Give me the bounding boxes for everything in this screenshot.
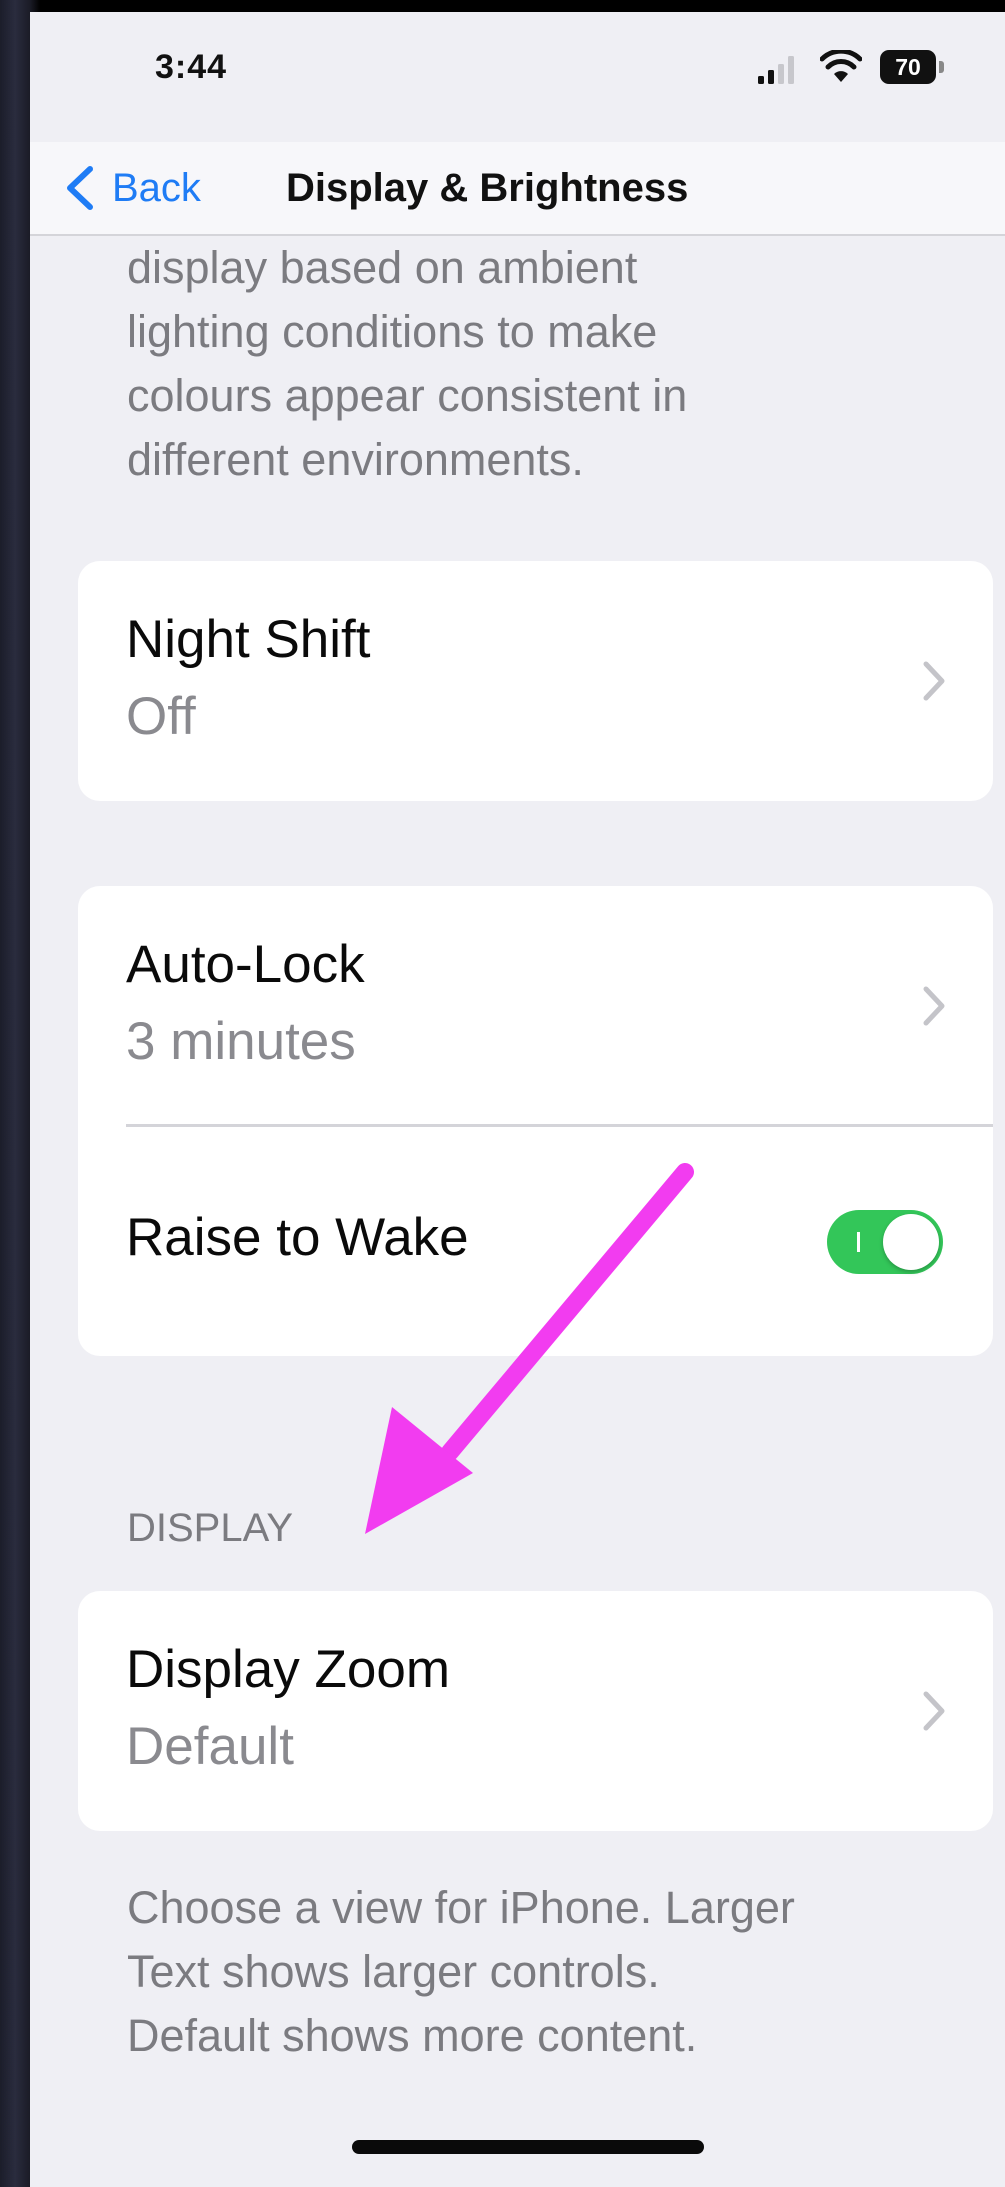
raise-to-wake-row: Raise to Wake — [78, 1127, 993, 1356]
navigation-bar: Back Display & Brightness — [30, 142, 1005, 236]
chevron-right-icon — [923, 661, 945, 701]
section-header-display: DISPLAY — [127, 1506, 293, 1550]
display-zoom-title: Display Zoom — [126, 1640, 450, 1699]
display-zoom-row[interactable]: Display Zoom Default — [78, 1591, 993, 1831]
lock-card: Auto-Lock 3 minutes Raise to Wake — [78, 886, 993, 1356]
raise-to-wake-toggle[interactable] — [827, 1210, 943, 1274]
wifi-icon — [820, 50, 862, 82]
raise-to-wake-title: Raise to Wake — [126, 1208, 469, 1267]
footer-line: Text shows larger controls. — [127, 1946, 660, 1997]
night-shift-value: Off — [126, 687, 196, 746]
back-button[interactable]: Back — [62, 142, 201, 234]
toggle-on-indicator — [857, 1232, 860, 1252]
display-zoom-card: Display Zoom Default — [78, 1591, 993, 1831]
display-zoom-footer: Choose a view for iPhone. Larger Text sh… — [127, 1876, 795, 2068]
description-line: display based on ambient — [127, 242, 638, 293]
description-line: lighting conditions to make — [127, 306, 658, 357]
chevron-right-icon — [923, 986, 945, 1026]
auto-lock-value: 3 minutes — [126, 1012, 356, 1071]
description-line: different environments. — [127, 434, 584, 485]
description-line: colours appear consistent in — [127, 370, 688, 421]
night-shift-card: Night Shift Off — [78, 561, 993, 801]
battery-level: 70 — [880, 50, 936, 84]
night-shift-row[interactable]: Night Shift Off — [78, 561, 993, 801]
status-bar: 3:44 70 — [30, 12, 1005, 142]
signal-icon — [758, 56, 794, 84]
toggle-knob — [883, 1214, 939, 1270]
truetone-description: display based on ambient lighting condit… — [127, 236, 687, 492]
battery-icon: 70 — [880, 50, 946, 84]
auto-lock-row[interactable]: Auto-Lock 3 minutes — [78, 886, 993, 1126]
night-shift-title: Night Shift — [126, 610, 371, 669]
page-title: Display & Brightness — [286, 166, 689, 210]
battery-tip — [939, 61, 944, 73]
home-indicator — [352, 2140, 704, 2154]
screen: 3:44 70 Back Display & Brightness displa… — [30, 12, 1005, 2187]
auto-lock-title: Auto-Lock — [126, 935, 365, 994]
chevron-right-icon — [923, 1691, 945, 1731]
display-zoom-value: Default — [126, 1717, 294, 1776]
footer-line: Choose a view for iPhone. Larger — [127, 1882, 795, 1933]
status-time: 3:44 — [155, 48, 228, 86]
chevron-left-icon — [67, 166, 93, 210]
footer-line: Default shows more content. — [127, 2010, 698, 2061]
back-label: Back — [112, 165, 201, 210]
